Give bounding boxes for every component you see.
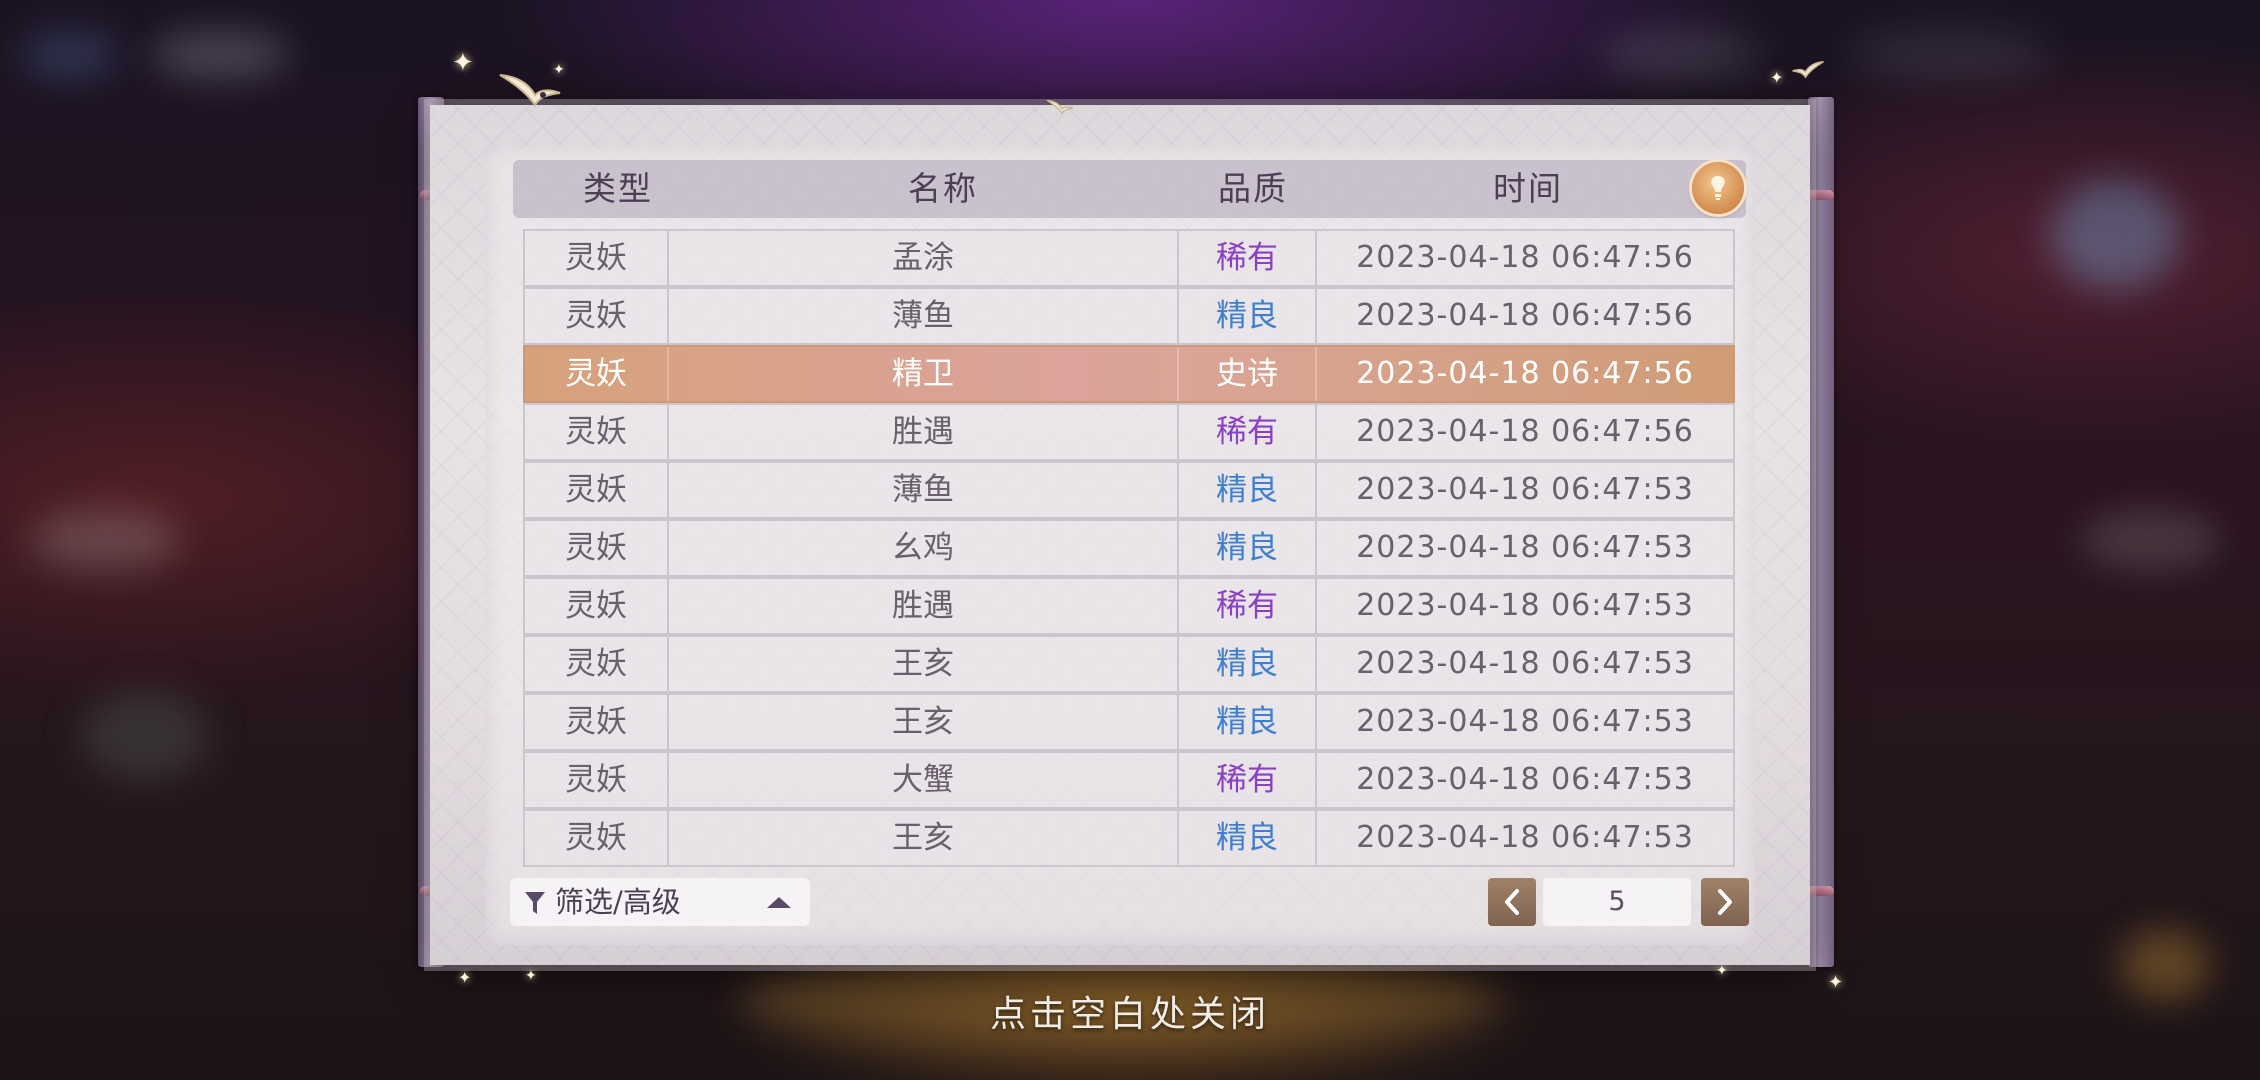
chevron-left-icon [1505, 889, 1519, 915]
background-blob [1600, 30, 1760, 80]
cell-quality: 精良 [1179, 521, 1317, 575]
cell-type: 灵妖 [525, 579, 669, 633]
cell-name: 孟涂 [669, 231, 1179, 285]
filter-advanced-button[interactable]: 筛选/高级 [510, 878, 810, 926]
cell-time: 2023-04-18 06:47:56 [1356, 414, 1694, 449]
cell-time: 2023-04-18 06:47:56 [1356, 240, 1694, 275]
cell-type: 灵妖 [525, 637, 669, 691]
background-blob [80, 690, 210, 780]
filter-icon [525, 892, 545, 914]
table-header: 类型 名称 品质 时间 [513, 160, 1746, 218]
cell-name: 大蟹 [669, 753, 1179, 807]
header-name: 名称 [908, 169, 978, 208]
header-type: 类型 [583, 169, 653, 208]
cell-type: 灵妖 [525, 347, 669, 401]
sparkle-icon: ✦ [1770, 68, 1784, 87]
cell-quality: 史诗 [1179, 347, 1317, 401]
cell-time: 2023-04-18 06:47:53 [1356, 530, 1694, 565]
table-row[interactable]: 灵妖 大蟹 稀有 2023-04-18 06:47:53 [523, 751, 1735, 809]
table-row[interactable]: 灵妖 薄鱼 精良 2023-04-18 06:47:56 [523, 287, 1735, 345]
prev-page-button[interactable] [1488, 878, 1536, 926]
next-page-button[interactable] [1701, 878, 1749, 926]
swallow-icon [1792, 60, 1824, 79]
background-blob [20, 30, 120, 80]
cell-type: 灵妖 [525, 753, 669, 807]
cell-name: 王亥 [669, 811, 1179, 865]
background-blob [2050, 180, 2180, 290]
cell-quality: 稀有 [1179, 753, 1317, 807]
chevron-up-icon[interactable] [765, 894, 793, 910]
cell-name: 薄鱼 [669, 289, 1179, 343]
header-quality: 品质 [1218, 169, 1288, 208]
cell-quality: 精良 [1179, 695, 1317, 749]
scroll-rod-right [1808, 97, 1834, 967]
filter-label: 筛选/高级 [555, 885, 681, 919]
cell-name: 幺鸡 [669, 521, 1179, 575]
cell-quality: 稀有 [1179, 405, 1317, 459]
table-row[interactable]: 灵妖 精卫 史诗 2023-04-18 06:47:56 [523, 345, 1735, 403]
table-row[interactable]: 灵妖 胜遇 稀有 2023-04-18 06:47:53 [523, 577, 1735, 635]
cell-name: 王亥 [669, 695, 1179, 749]
cell-quality: 精良 [1179, 811, 1317, 865]
background-blob [30, 510, 180, 570]
table-row[interactable]: 灵妖 王亥 精良 2023-04-18 06:47:53 [523, 693, 1735, 751]
header-time: 时间 [1493, 169, 1563, 208]
cell-time: 2023-04-18 06:47:56 [1356, 356, 1694, 391]
table-row[interactable]: 灵妖 王亥 精良 2023-04-18 06:47:53 [523, 635, 1735, 693]
cell-name: 薄鱼 [669, 463, 1179, 517]
cell-type: 灵妖 [525, 289, 669, 343]
cell-time: 2023-04-18 06:47:53 [1356, 588, 1694, 623]
cell-name: 王亥 [669, 637, 1179, 691]
cell-time: 2023-04-18 06:47:53 [1356, 820, 1694, 855]
cell-time: 2023-04-18 06:47:53 [1356, 762, 1694, 797]
cell-quality: 精良 [1179, 289, 1317, 343]
background-blob [1850, 30, 2050, 80]
table-row[interactable]: 灵妖 孟涂 稀有 2023-04-18 06:47:56 [523, 229, 1735, 287]
cell-time: 2023-04-18 06:47:56 [1356, 298, 1694, 333]
cell-quality: 稀有 [1179, 231, 1317, 285]
cell-name: 精卫 [669, 347, 1179, 401]
sparkle-icon: ✦ [525, 968, 537, 984]
cell-quality: 稀有 [1179, 579, 1317, 633]
cell-type: 灵妖 [525, 695, 669, 749]
cell-time: 2023-04-18 06:47:53 [1356, 704, 1694, 739]
cell-quality: 精良 [1179, 637, 1317, 691]
page-number: 5 [1543, 878, 1691, 926]
background-blob [150, 30, 290, 80]
table-row[interactable]: 灵妖 薄鱼 精良 2023-04-18 06:47:53 [523, 461, 1735, 519]
chevron-right-icon [1718, 889, 1732, 915]
background-blob [2080, 510, 2220, 570]
cell-name: 胜遇 [669, 405, 1179, 459]
cell-type: 灵妖 [525, 463, 669, 517]
cell-type: 灵妖 [525, 521, 669, 575]
table-row[interactable]: 灵妖 幺鸡 精良 2023-04-18 06:47:53 [523, 519, 1735, 577]
table-row[interactable]: 灵妖 胜遇 稀有 2023-04-18 06:47:56 [523, 403, 1735, 461]
info-button[interactable] [1692, 162, 1744, 214]
cell-type: 灵妖 [525, 405, 669, 459]
cell-time: 2023-04-18 06:47:53 [1356, 646, 1694, 681]
close-hint[interactable]: 点击空白处关闭 [0, 985, 2260, 1037]
sparkle-icon: ✦ [553, 62, 565, 78]
cell-type: 灵妖 [525, 231, 669, 285]
swallow-icon [1046, 99, 1074, 115]
sparkle-icon: ✦ [452, 48, 474, 78]
cell-time: 2023-04-18 06:47:53 [1356, 472, 1694, 507]
cell-type: 灵妖 [525, 811, 669, 865]
sparkle-icon: ✦ [1716, 963, 1728, 979]
lightbulb-icon [1711, 176, 1725, 200]
cell-name: 胜遇 [669, 579, 1179, 633]
cell-quality: 精良 [1179, 463, 1317, 517]
table-row[interactable]: 灵妖 王亥 精良 2023-04-18 06:47:53 [523, 809, 1735, 867]
